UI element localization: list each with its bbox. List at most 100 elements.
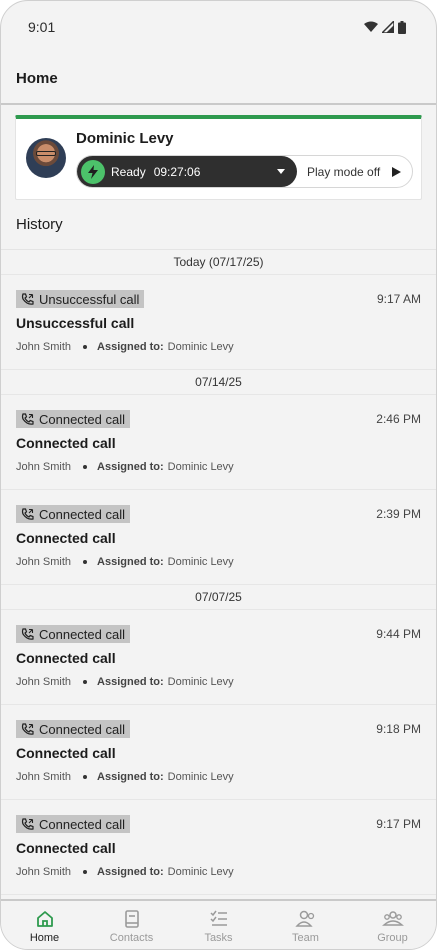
separator-dot <box>83 560 88 564</box>
call-title: Connected call <box>16 650 116 666</box>
assigned-to: Dominic Levy <box>167 556 234 568</box>
call-meta: John Smith Assigned to: Dominic Levy <box>16 866 234 878</box>
separator-dot <box>83 775 88 779</box>
call-meta: John Smith Assigned to: Dominic Levy <box>16 341 234 353</box>
badge-label: Unsuccessful call <box>39 291 140 307</box>
contact-name: John Smith <box>16 866 72 878</box>
contact-name: John Smith <box>16 341 72 353</box>
agent-name: Dominic Levy <box>76 130 174 147</box>
nav-label: Home <box>29 931 60 944</box>
history-title: History <box>1 200 436 250</box>
call-title: Connected call <box>16 435 116 451</box>
page-title: Home <box>16 69 58 87</box>
assigned-label: Assigned to: <box>97 771 164 783</box>
date-header: 07/14/25 <box>1 370 436 395</box>
contact-name: John Smith <box>16 676 72 688</box>
call-meta: John Smith Assigned to: Dominic Levy <box>16 556 234 568</box>
assigned-to: Dominic Levy <box>167 676 234 688</box>
call-type-badge: Connected call <box>16 815 130 833</box>
chevron-down-icon <box>277 169 285 174</box>
assigned-label: Assigned to: <box>97 676 164 688</box>
wifi-icon <box>364 21 378 32</box>
nav-group[interactable]: Group <box>349 901 436 949</box>
call-meta: John Smith Assigned to: Dominic Levy <box>16 676 234 688</box>
status-bar: 9:01 <box>1 1 436 53</box>
play-icon[interactable] <box>392 166 402 177</box>
status-time: 9:01 <box>28 19 56 35</box>
call-time: 9:44 PM <box>376 627 421 641</box>
call-time: 9:17 AM <box>376 292 421 306</box>
nav-tasks[interactable]: Tasks <box>175 901 262 949</box>
contact-name: John Smith <box>16 461 72 473</box>
call-time: 2:39 PM <box>376 507 421 521</box>
status-timer: 09:27:06 <box>153 164 201 179</box>
call-time: 2:46 PM <box>376 412 421 426</box>
badge-label: Connected call <box>39 816 125 832</box>
call-type-badge: Connected call <box>16 625 130 643</box>
agent-status-control: Ready 09:27:06 Play mode off <box>76 155 413 188</box>
separator-dot <box>83 345 88 349</box>
call-time: 9:17 PM <box>376 817 421 831</box>
call-title: Connected call <box>16 745 116 761</box>
assigned-label: Assigned to: <box>97 866 164 878</box>
nav-contacts[interactable]: Contacts <box>88 901 175 949</box>
call-time: 9:18 PM <box>376 722 421 736</box>
phone-call-icon <box>21 627 34 640</box>
list-item[interactable]: Unsuccessful call 9:17 AM Unsuccessful c… <box>1 275 436 370</box>
assigned-label: Assigned to: <box>97 341 164 353</box>
date-header: 07/07/25 <box>1 585 436 610</box>
call-type-badge: Connected call <box>16 505 130 523</box>
phone-call-icon <box>21 412 34 425</box>
list-item[interactable]: Connected call 2:39 PM Connected call Jo… <box>1 490 436 585</box>
tasks-icon <box>209 910 227 926</box>
phone-call-icon <box>21 292 34 305</box>
list-item[interactable]: Connected call 9:18 PM Connected call Jo… <box>1 705 436 800</box>
phone-screen: 9:01 Home Dominic Levy Ready 09:27:06 Pl… <box>0 0 437 950</box>
phone-call-icon <box>21 817 34 830</box>
agent-status-card: Dominic Levy Ready 09:27:06 Play mode of… <box>15 115 422 200</box>
status-dropdown[interactable]: Ready 09:27:06 <box>77 156 297 187</box>
signal-icon <box>382 21 394 33</box>
list-item[interactable]: Connected call 9:44 PM Connected call Jo… <box>1 610 436 705</box>
assigned-to: Dominic Levy <box>167 341 234 353</box>
phone-call-icon <box>21 722 34 735</box>
call-title: Connected call <box>16 840 116 856</box>
status-icons <box>364 20 406 34</box>
call-meta: John Smith Assigned to: Dominic Levy <box>16 461 234 473</box>
separator-dot <box>83 465 88 469</box>
call-type-badge: Unsuccessful call <box>16 290 145 308</box>
contacts-icon <box>124 909 139 928</box>
phone-call-icon <box>21 507 34 520</box>
assigned-label: Assigned to: <box>97 461 164 473</box>
badge-label: Connected call <box>39 626 125 642</box>
home-icon <box>36 910 53 927</box>
date-header: Today (07/17/25) <box>1 250 436 275</box>
badge-label: Connected call <box>39 411 125 427</box>
app-bar: Home <box>1 53 436 105</box>
status-label: Ready <box>111 164 146 179</box>
contact-name: John Smith <box>16 771 72 783</box>
call-type-badge: Connected call <box>16 720 130 738</box>
avatar[interactable] <box>26 138 66 178</box>
team-icon <box>294 910 314 927</box>
bottom-nav: Home Contacts Tasks Team Group <box>1 899 436 949</box>
list-item[interactable]: Connected call 2:46 PM Connected call Jo… <box>1 395 436 490</box>
nav-label: Contacts <box>109 931 154 944</box>
group-icon <box>381 910 404 926</box>
play-mode-label[interactable]: Play mode off <box>307 165 380 179</box>
nav-team[interactable]: Team <box>262 901 349 949</box>
badge-label: Connected call <box>39 506 125 522</box>
battery-icon <box>398 20 406 34</box>
contact-name: John Smith <box>16 556 72 568</box>
call-title: Unsuccessful call <box>16 315 135 331</box>
nav-label: Group <box>377 931 408 944</box>
nav-home[interactable]: Home <box>1 901 88 949</box>
call-title: Connected call <box>16 530 116 546</box>
call-type-badge: Connected call <box>16 410 130 428</box>
nav-label: Tasks <box>204 931 233 944</box>
assigned-to: Dominic Levy <box>167 461 234 473</box>
separator-dot <box>83 870 88 874</box>
assigned-label: Assigned to: <box>97 556 164 568</box>
badge-label: Connected call <box>39 721 125 737</box>
list-item[interactable]: Connected call 9:17 PM Connected call Jo… <box>1 800 436 895</box>
